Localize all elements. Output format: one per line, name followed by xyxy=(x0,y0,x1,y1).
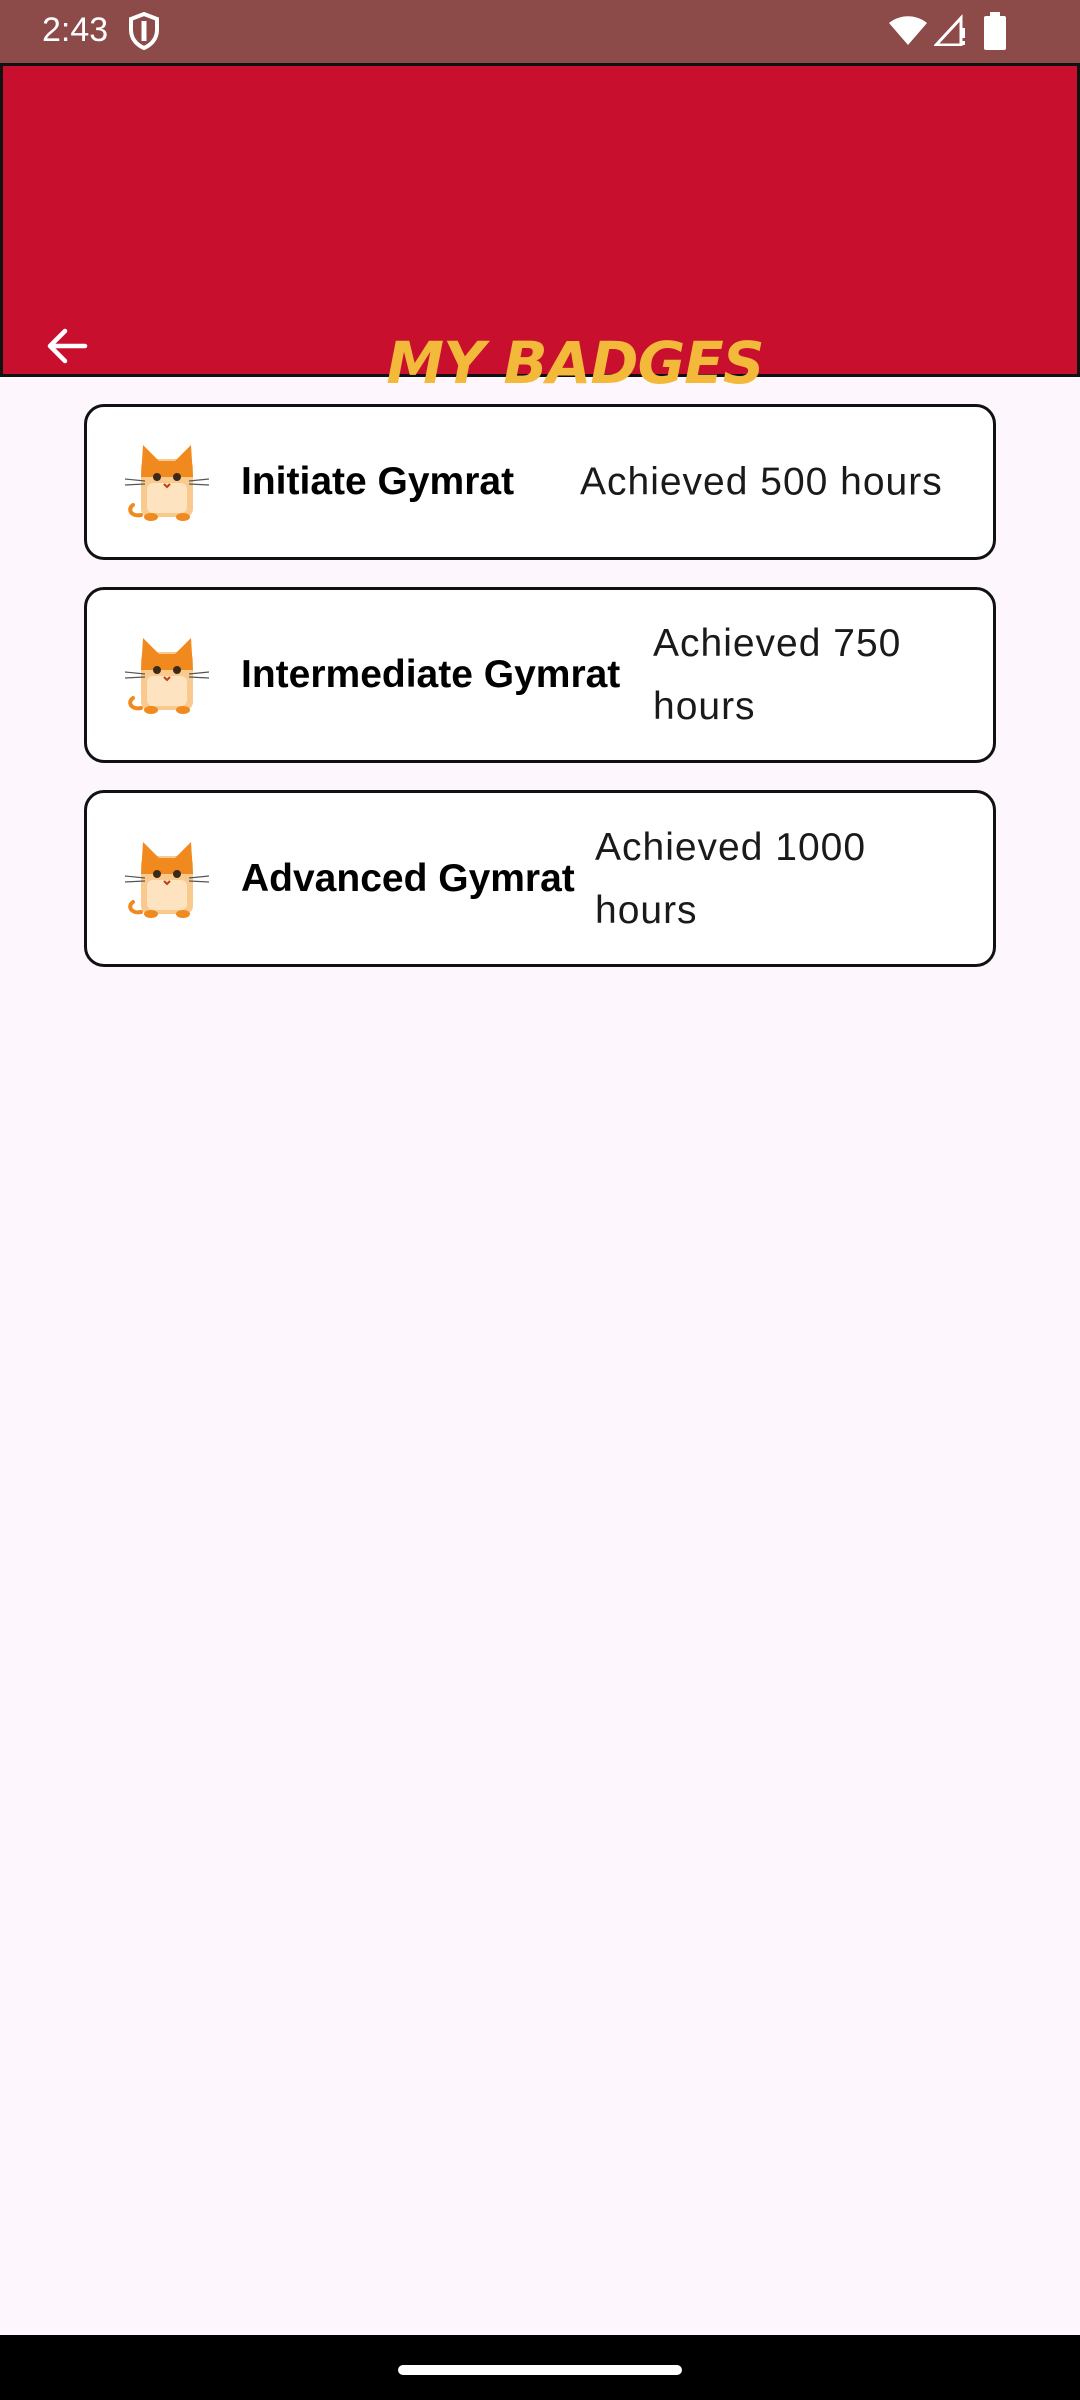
badge-list: Initiate Gymrat Achieved 500 hours Inter… xyxy=(84,404,996,994)
signal-icon xyxy=(934,14,965,46)
cat-icon xyxy=(124,841,210,918)
badge-description: Achieved 500 hours xyxy=(580,460,943,504)
badge-card[interactable]: Advanced Gymrat Achieved 1000 hours xyxy=(84,790,996,967)
badge-name: Advanced Gymrat xyxy=(241,856,575,900)
shield-icon xyxy=(129,12,159,50)
home-indicator[interactable] xyxy=(398,2365,682,2375)
badge-description: Achieved 1000 hours xyxy=(595,825,867,932)
page-title: MY BADGES xyxy=(386,329,764,397)
battery-icon xyxy=(984,12,1006,50)
badge-name: Initiate Gymrat xyxy=(241,460,515,503)
status-time: 2:43 xyxy=(42,11,109,49)
badge-description: Achieved 750 hours xyxy=(653,622,902,728)
cat-icon xyxy=(124,445,210,521)
cat-icon xyxy=(124,638,210,714)
badge-card[interactable]: Initiate Gymrat Achieved 500 hours xyxy=(84,404,996,560)
status-bar: 2:43 xyxy=(0,0,1080,63)
badge-name: Intermediate Gymrat xyxy=(241,653,621,696)
badge-card[interactable]: Intermediate Gymrat Achieved 750 hours xyxy=(84,587,996,763)
wifi-icon xyxy=(889,16,927,45)
app-bar: MY BADGES xyxy=(0,63,1080,397)
